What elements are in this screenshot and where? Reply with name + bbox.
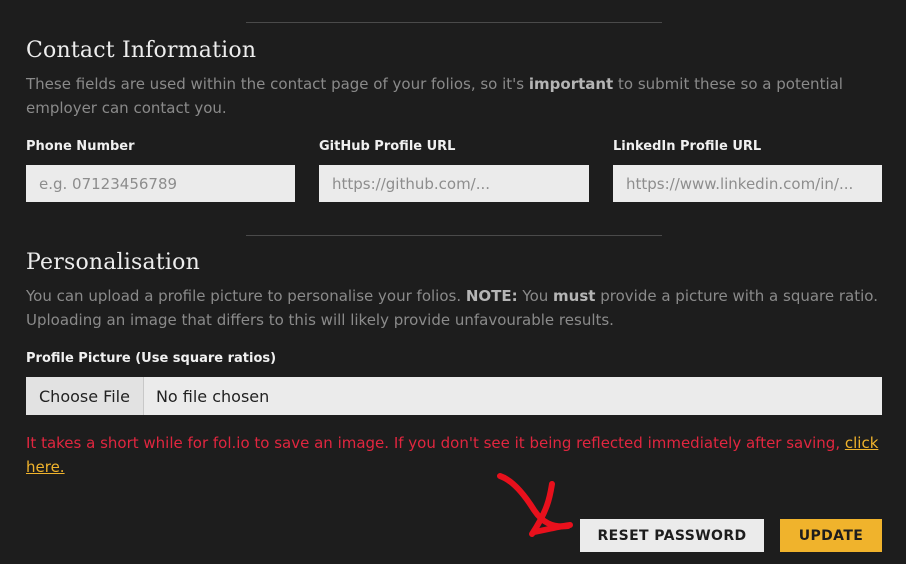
file-status-text: No file chosen: [155, 386, 270, 406]
profile-picture-file-input[interactable]: Choose File No file chosen: [26, 377, 882, 415]
contact-section-title: Contact Information: [26, 38, 257, 63]
contact-section-description: These fields are used within the contact…: [26, 72, 886, 120]
profile-settings-page: Contact Information These fields are use…: [0, 0, 906, 564]
personalisation-desc-note: NOTE:: [465, 287, 518, 305]
phone-number-input[interactable]: [26, 165, 295, 202]
update-button[interactable]: UPDATE: [780, 519, 882, 552]
personalisation-desc-text-1: You can upload a profile picture to pers…: [26, 287, 466, 305]
personalisation-desc-text-2: You: [517, 287, 554, 305]
middle-divider: [246, 235, 662, 236]
github-url-input[interactable]: [319, 165, 589, 202]
linkedin-url-label: LinkedIn Profile URL: [613, 139, 762, 154]
image-save-warning: It takes a short while for fol.io to sav…: [26, 431, 886, 479]
reset-password-button[interactable]: RESET PASSWORD: [580, 519, 764, 552]
phone-number-label: Phone Number: [26, 139, 135, 154]
personalisation-section-title: Personalisation: [26, 250, 200, 275]
profile-picture-label: Profile Picture (Use square ratios): [26, 351, 277, 366]
top-divider: [246, 22, 662, 23]
personalisation-desc-must: must: [553, 287, 596, 305]
github-url-label: GitHub Profile URL: [319, 139, 456, 154]
warning-text: It takes a short while for fol.io to sav…: [26, 434, 845, 452]
contact-desc-text-1: These fields are used within the contact…: [26, 75, 529, 93]
linkedin-url-input[interactable]: [613, 165, 882, 202]
red-arrow-icon: [497, 473, 573, 537]
choose-file-button[interactable]: Choose File: [26, 377, 144, 415]
personalisation-section-description: You can upload a profile picture to pers…: [26, 284, 886, 332]
contact-desc-important: important: [528, 75, 614, 93]
